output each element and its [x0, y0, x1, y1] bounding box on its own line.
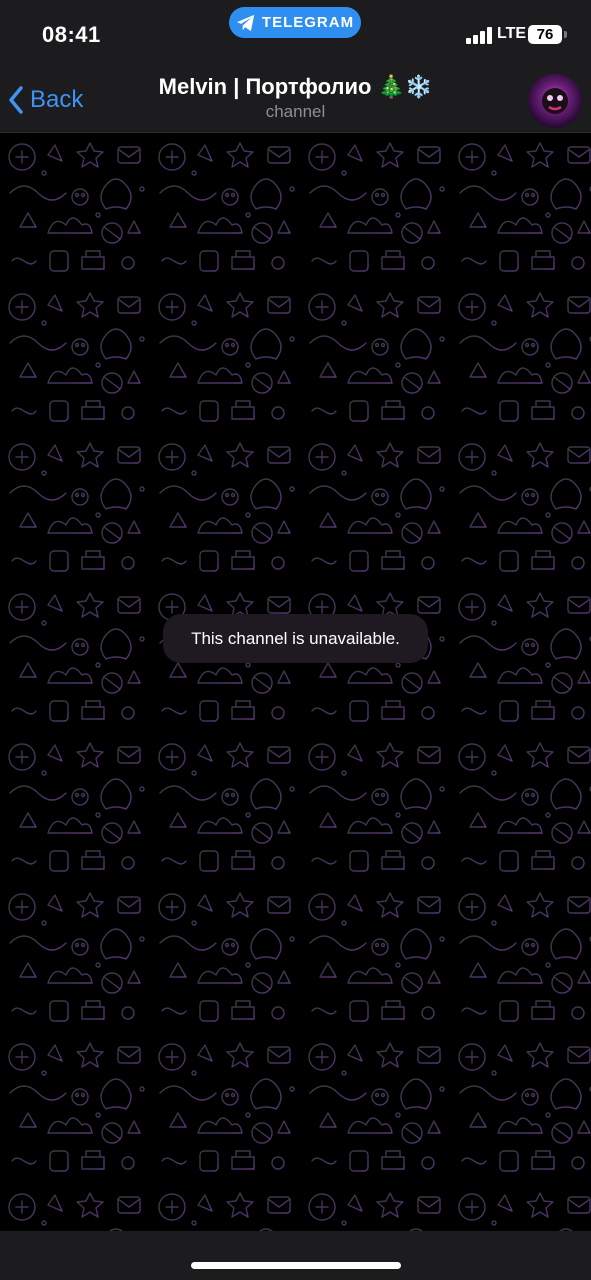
channel-subtitle: channel: [265, 102, 326, 121]
back-button[interactable]: Back: [8, 82, 83, 118]
avatar-face: [542, 88, 568, 114]
chat-header[interactable]: Melvin | Портфолио 🎄❄️ channel: [120, 74, 471, 122]
back-label: Back: [30, 86, 84, 113]
chat-background: [0, 133, 591, 1231]
nav-bar: Back Melvin | Портфолио 🎄❄️ channel: [0, 68, 591, 133]
bottom-bar: [0, 1231, 591, 1280]
app-return-label: TELEGRAM: [261, 14, 355, 31]
cellular-signal-icon: [466, 27, 494, 44]
channel-title: Melvin | Портфолио 🎄❄️: [158, 74, 433, 99]
battery-icon: 76: [528, 25, 562, 44]
avatar[interactable]: [528, 74, 582, 128]
home-indicator[interactable]: [191, 1262, 401, 1269]
network-type: LTE: [497, 25, 527, 42]
chevron-left-icon: [9, 86, 23, 114]
status-time: 08:41: [42, 22, 101, 47]
app-return-pill[interactable]: TELEGRAM: [229, 7, 361, 38]
telegram-plane-icon: [236, 14, 255, 31]
channel-unavailable-notice: This channel is unavailable.: [163, 614, 428, 663]
doodle-pattern: [0, 133, 591, 1231]
status-bar: 08:41 TELEGRAM LTE 76: [0, 0, 591, 68]
battery-tip: [564, 31, 567, 38]
